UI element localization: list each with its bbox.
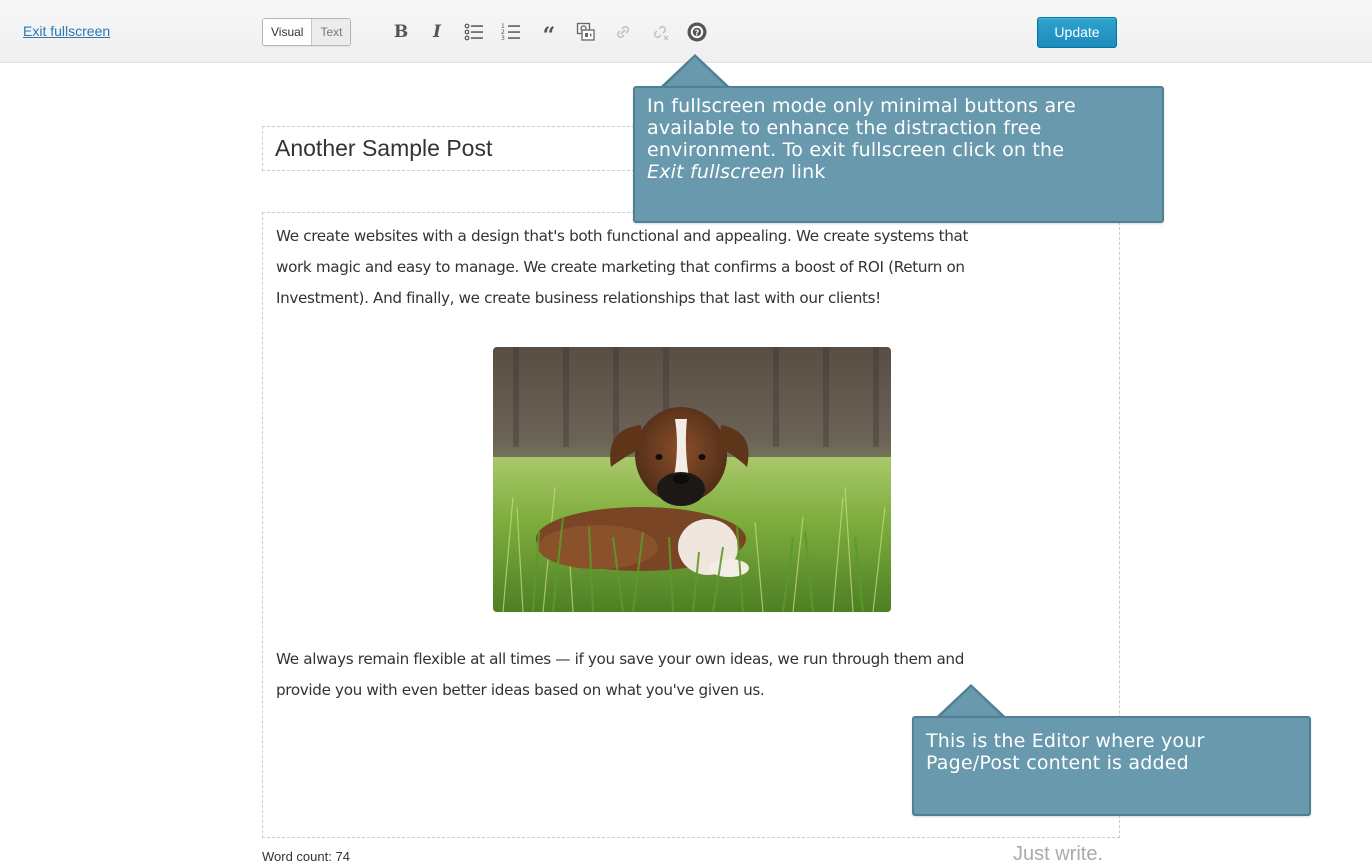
tooltip-emphasis: Exit fullscreen [647, 161, 785, 183]
update-button[interactable]: Update [1037, 17, 1117, 48]
paragraph-line: We always remain flexible at all times —… [276, 650, 964, 668]
just-write-tagline: Just write. [1013, 843, 1104, 865]
editor-tooltip-arrow [937, 684, 1005, 717]
tooltip-line: This is the Editor where your [926, 730, 1205, 752]
fullscreen-tooltip-arrow [661, 54, 729, 87]
fullscreen-tooltip: In fullscreen mode only minimal buttons … [633, 86, 1164, 223]
tooltip-line: available to enhance the distraction fre… [647, 117, 1042, 139]
paragraph-line: work magic and easy to manage. We create… [276, 258, 965, 276]
editor-tooltip: This is the Editor where your Page/Post … [912, 716, 1311, 816]
editor-mode-switch: Visual Text [262, 18, 352, 46]
paragraph-1: We create websites with a design that's … [276, 221, 968, 314]
numbered-list-icon[interactable]: 1 2 3 [499, 20, 523, 44]
insert-link-icon[interactable] [611, 20, 635, 44]
help-icon[interactable]: ? [685, 20, 709, 44]
tooltip-line: In fullscreen mode only minimal buttons … [647, 95, 1076, 117]
tooltip-line: environment. To exit fullscreen click on… [647, 139, 1065, 161]
tooltip-line: Exit fullscreen link [647, 161, 1150, 183]
tab-text[interactable]: Text [311, 19, 351, 45]
tooltip-text: link [784, 161, 826, 183]
boxer-puppy-image[interactable] [493, 347, 891, 612]
svg-text:?: ? [695, 28, 700, 37]
exit-fullscreen-link[interactable]: Exit fullscreen [23, 23, 110, 39]
paragraph-2: We always remain flexible at all times —… [276, 644, 964, 706]
add-media-icon[interactable] [574, 20, 598, 44]
post-title: Another Sample Post [275, 135, 493, 161]
svg-text:3: 3 [501, 35, 505, 41]
bullet-list-icon[interactable] [462, 20, 486, 44]
paragraph-line: Investment). And finally, we create busi… [276, 289, 881, 307]
tooltip-line: Page/Post content is added [926, 752, 1189, 774]
paragraph-line: provide you with even better ideas based… [276, 681, 765, 699]
blockquote-icon[interactable]: “ [537, 20, 561, 47]
paragraph-line: We create websites with a design that's … [276, 227, 969, 245]
word-count: Word count: 74 [262, 849, 350, 864]
italic-icon[interactable]: I [425, 20, 449, 44]
tab-visual[interactable]: Visual [263, 19, 312, 45]
remove-link-icon[interactable] [648, 20, 672, 44]
bold-icon[interactable]: B [389, 20, 413, 44]
